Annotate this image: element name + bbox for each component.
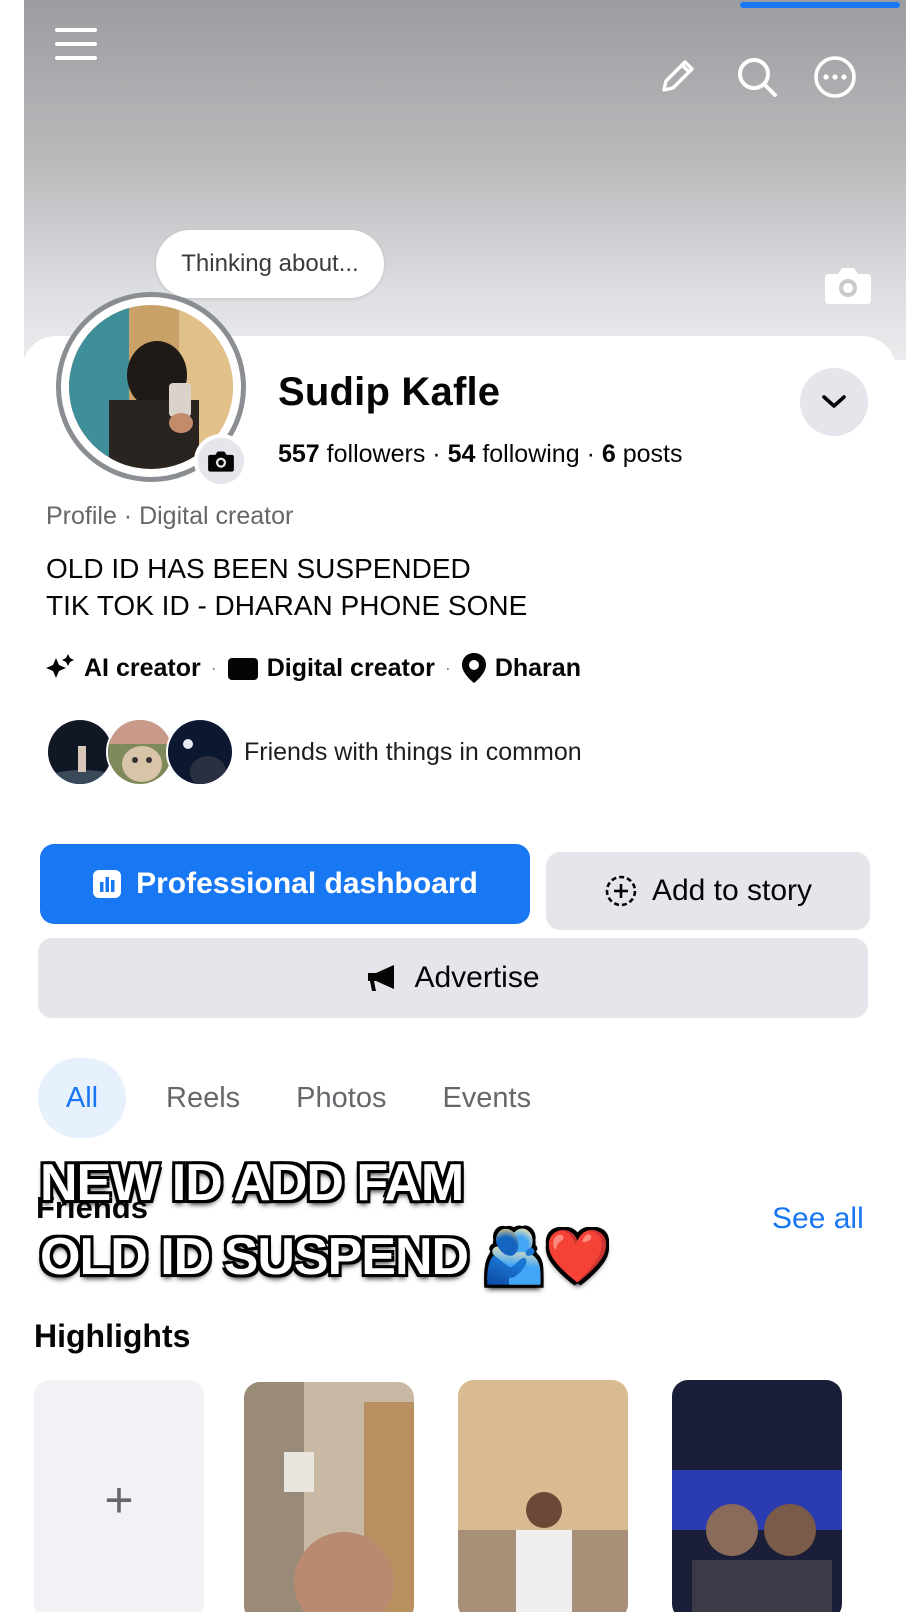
avatar-camera-icon[interactable] bbox=[194, 434, 248, 488]
clapperboard-icon bbox=[227, 658, 258, 680]
profile-name: Sudip Kafle bbox=[278, 370, 501, 414]
search-icon[interactable] bbox=[730, 50, 784, 104]
sparkle-icon bbox=[46, 654, 74, 678]
tag-separator: · bbox=[210, 657, 217, 678]
see-all-link[interactable]: See all bbox=[772, 1202, 864, 1236]
tag-label: Digital creator bbox=[266, 653, 435, 682]
tag-digital-creator[interactable]: Digital creator bbox=[227, 654, 435, 683]
tab-reels[interactable]: Reels bbox=[166, 1082, 240, 1115]
overlay-line-2: OLD ID SUSPEND 🫂❤️ bbox=[40, 1228, 610, 1286]
following-count[interactable]: 54 bbox=[448, 440, 476, 468]
plus-icon: + bbox=[104, 1472, 134, 1528]
friend-avatar bbox=[166, 718, 234, 786]
profile-bio: OLD ID HAS BEEN SUSPENDED TIK TOK ID - D… bbox=[46, 553, 528, 621]
pencil-icon[interactable] bbox=[652, 52, 702, 102]
highlight-item[interactable] bbox=[672, 1380, 842, 1612]
tab-all[interactable]: All bbox=[38, 1058, 126, 1138]
stats-separator: · bbox=[586, 440, 595, 468]
loading-bar bbox=[740, 2, 900, 8]
posts-count: 6 bbox=[601, 440, 616, 468]
tag-separator: · bbox=[444, 657, 451, 678]
mutual-friends-text: Friends with things in common bbox=[244, 737, 582, 766]
profile-details: AI creator · Digital creator · Dharan bbox=[44, 652, 581, 684]
tag-ai-creator[interactable]: AI creator bbox=[44, 652, 201, 684]
friend-avatar bbox=[106, 718, 174, 786]
chevron-down-icon bbox=[822, 395, 846, 408]
profile-category: Profile · Digital creator bbox=[46, 502, 294, 530]
advertise-button[interactable]: Advertise bbox=[38, 938, 868, 1018]
tab-events[interactable]: Events bbox=[442, 1082, 531, 1115]
note-bubble[interactable]: Thinking about... bbox=[156, 230, 384, 298]
followers-count[interactable]: 557 bbox=[278, 440, 320, 468]
profile-tabs: All Reels Photos Events bbox=[38, 1058, 587, 1138]
note-text: Thinking about... bbox=[181, 250, 359, 277]
tab-photos[interactable]: Photos bbox=[296, 1082, 386, 1115]
button-label: Advertise bbox=[414, 961, 540, 994]
button-label: Add to story bbox=[651, 874, 813, 907]
megaphone-icon bbox=[368, 965, 395, 991]
highlight-item[interactable] bbox=[458, 1380, 628, 1612]
friend-avatar bbox=[46, 718, 114, 786]
professional-dashboard-button[interactable]: Professional dashboard bbox=[40, 844, 530, 924]
dashboard-icon bbox=[93, 870, 122, 898]
tag-label: AI creator bbox=[84, 653, 201, 682]
add-story-icon bbox=[605, 875, 637, 907]
posts-label: posts bbox=[622, 440, 683, 468]
highlight-item[interactable] bbox=[244, 1382, 414, 1612]
camera-icon[interactable] bbox=[820, 260, 876, 310]
more-icon[interactable] bbox=[808, 50, 862, 104]
location-pin-icon bbox=[461, 653, 486, 683]
tag-label: Dharan bbox=[494, 653, 581, 682]
overlay-line-1: NEW ID ADD FAM bbox=[40, 1154, 464, 1212]
stats-separator: · bbox=[432, 440, 441, 468]
add-highlight-button[interactable]: + bbox=[34, 1380, 204, 1612]
profile-stats: 557 followers · 54 following · 6 posts bbox=[278, 440, 682, 469]
add-to-story-button[interactable]: Add to story bbox=[546, 852, 870, 930]
highlights-heading: Highlights bbox=[34, 1318, 191, 1354]
profile-dropdown-button[interactable] bbox=[800, 368, 868, 436]
button-label: Professional dashboard bbox=[136, 867, 478, 900]
video-caption-overlay: NEW ID ADD FAM OLD ID SUSPEND 🫂❤️ bbox=[40, 1146, 610, 1294]
mutual-friends-row[interactable]: Friends with things in common bbox=[46, 718, 582, 786]
tag-location[interactable]: Dharan bbox=[461, 652, 581, 684]
followers-label[interactable]: followers bbox=[327, 440, 426, 468]
following-label[interactable]: following bbox=[482, 440, 579, 468]
hamburger-icon[interactable] bbox=[52, 20, 100, 68]
